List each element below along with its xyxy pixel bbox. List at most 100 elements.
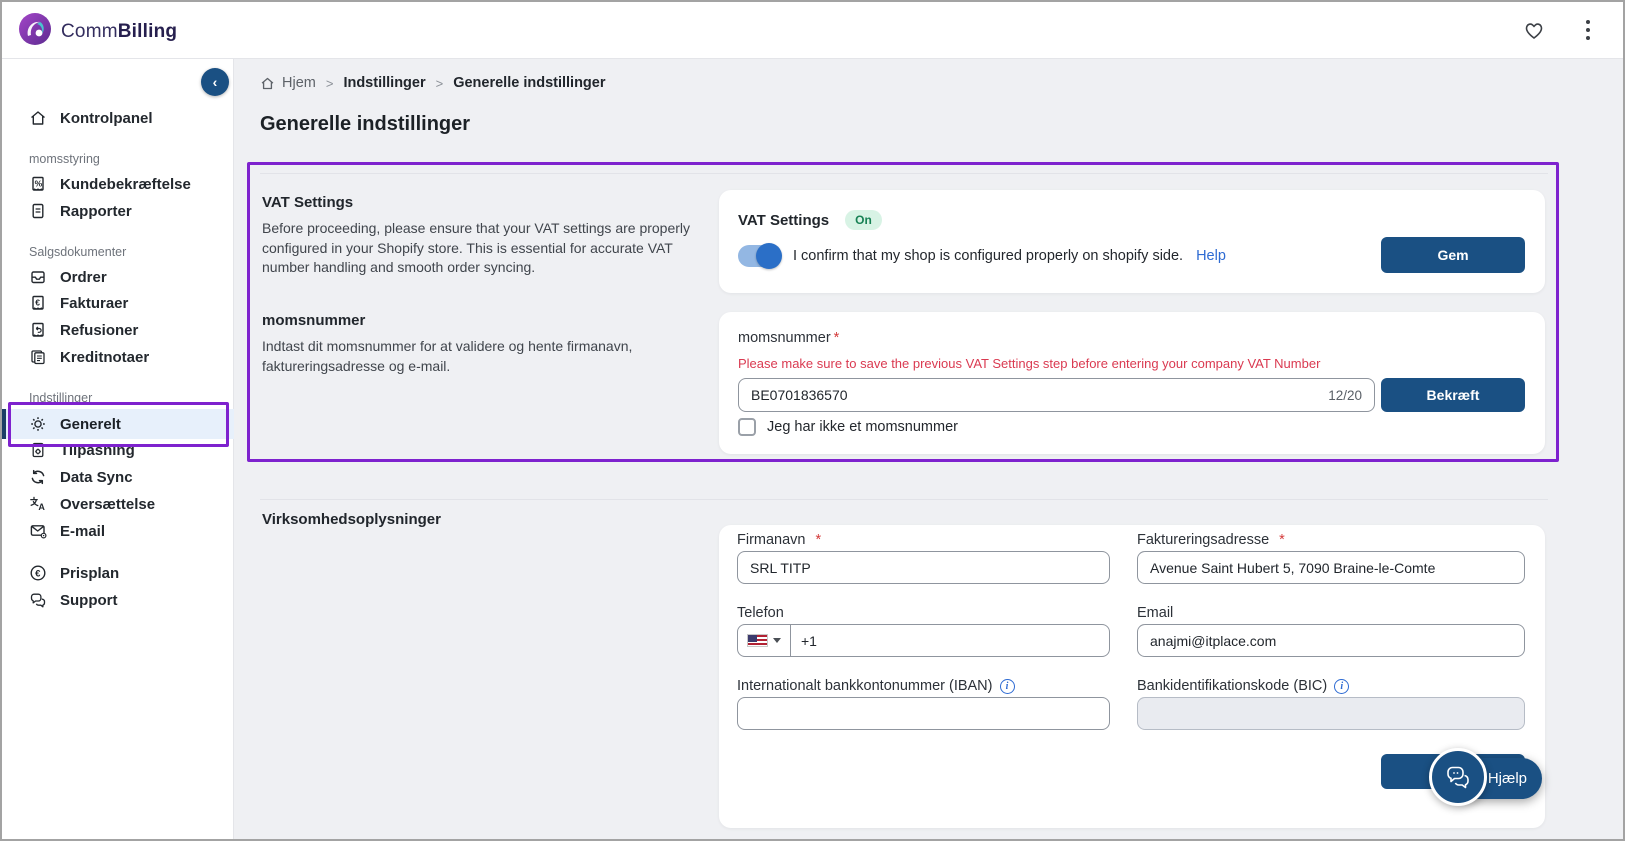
sidebar-item-oversaettelse[interactable]: A Oversættelse [2, 491, 234, 517]
sidebar-item-kundebekraeftelse[interactable]: % Kundebekræftelse [2, 171, 234, 197]
vat-settings-heading: VAT Settings [262, 194, 354, 211]
firmanavn-input[interactable] [750, 559, 1097, 576]
email-input[interactable] [1150, 632, 1512, 649]
company-info-card: Firmanavn* Faktureringsadresse* Telefon [719, 525, 1545, 828]
svg-text:€: € [35, 298, 40, 308]
receipt-percent-icon: % [32, 176, 44, 191]
faktureringsadresse-label: Faktureringsadresse [1137, 532, 1270, 548]
sidebar-section-momsstyring: momsstyring [29, 152, 100, 166]
breadcrumb-separator: > [325, 75, 334, 91]
vat-number-input[interactable] [751, 387, 1321, 403]
brand-logo[interactable]: CommBilling [18, 12, 177, 51]
vat-status-badge: On [845, 210, 882, 230]
sidebar-item-rapporter[interactable]: Rapporter [2, 198, 234, 224]
vat-confirm-toggle[interactable] [738, 243, 782, 269]
svg-text:A: A [38, 502, 45, 512]
firmanavn-label: Firmanavn [737, 532, 806, 548]
vat-settings-description: Before proceeding, please ensure that yo… [262, 220, 691, 276]
vat-save-button[interactable]: Gem [1381, 237, 1525, 273]
brand-name: CommBilling [61, 20, 178, 42]
telefon-input[interactable] [801, 632, 1097, 649]
refund-icon [32, 322, 44, 337]
breadcrumb-indstillinger-link[interactable]: Indstillinger [343, 75, 425, 91]
vat-number-card: momsnummer * Please make sure to save the… [719, 312, 1545, 454]
selected-indicator [2, 409, 6, 439]
vat-help-link[interactable]: Help [1196, 248, 1226, 264]
company-info-heading: Virksomhedsoplysninger [262, 511, 441, 528]
sidebar-item-tilpasning[interactable]: Tilpasning [2, 437, 234, 463]
sidebar-nav: Kontrolpanel momsstyring % Kundebekræfte… [2, 59, 234, 839]
help-chat-icon[interactable] [1429, 748, 1487, 806]
customize-document-icon [32, 442, 44, 458]
vat-number-heading: momsnummer [262, 312, 366, 329]
sidebar-item-email[interactable]: E-mail [2, 518, 234, 544]
required-asterisk: * [833, 330, 840, 346]
chevron-down-icon [773, 638, 781, 643]
sidebar-item-refusioner[interactable]: Refusioner [2, 317, 234, 343]
sidebar-item-generelt[interactable]: Generelt [2, 409, 234, 439]
sidebar-collapse-button[interactable]: ‹ [201, 68, 229, 96]
section-divider [260, 499, 1548, 500]
toggle-knob [756, 243, 782, 269]
telefon-label: Telefon [737, 605, 784, 621]
sidebar-item-fakturaer[interactable]: € Fakturaer [2, 290, 234, 316]
euro-circle-icon: € [30, 565, 46, 581]
commbilling-logo-icon [18, 12, 52, 51]
app-window: CommBilling Kontrolpanel momsstyring % K… [0, 0, 1625, 841]
vat-number-label: momsnummer [738, 330, 831, 346]
top-bar: CommBilling [2, 2, 1623, 59]
breadcrumb-home-link[interactable]: Hjem [260, 75, 316, 91]
iban-label: Internationalt bankkontonummer (IBAN) [737, 678, 993, 694]
sidebar-item-data-sync[interactable]: Data Sync [2, 464, 234, 490]
sidebar-item-ordrer[interactable]: Ordrer [2, 264, 234, 290]
iban-info-icon[interactable]: i [999, 678, 1015, 694]
support-chat-icon [30, 593, 46, 608]
sidebar-section-indstillinger: Indstillinger [29, 391, 93, 405]
vat-number-warning: Please make sure to save the previous VA… [738, 356, 1321, 371]
breadcrumb-separator: > [435, 75, 444, 91]
iban-input[interactable] [750, 705, 1097, 722]
sidebar-item-prisplan[interactable]: € Prisplan [2, 560, 234, 586]
vat-number-confirm-button[interactable]: Bekræft [1381, 378, 1525, 412]
breadcrumb-current-page: Generelle indstillinger [453, 75, 606, 91]
translate-icon: A [30, 496, 45, 512]
vat-confirm-text: I confirm that my shop is configured pro… [793, 248, 1184, 264]
bic-info-icon[interactable]: i [1334, 678, 1350, 694]
no-vat-number-label: Jeg har ikke et momsnummer [767, 419, 958, 435]
home-icon [31, 111, 45, 125]
more-menu-kebab-icon[interactable] [1575, 17, 1601, 43]
svg-text:€: € [35, 568, 41, 579]
sidebar-item-kontrolpanel[interactable]: Kontrolpanel [2, 105, 234, 131]
main-content: Hjem > Indstillinger > Generelle indstil… [234, 59, 1623, 839]
vat-number-char-counter: 12/20 [1328, 387, 1362, 403]
breadcrumb-home-icon [261, 77, 274, 89]
bic-label: Bankidentifikationskode (BIC) [1137, 678, 1328, 694]
gear-icon [31, 417, 45, 431]
topbar-actions [1521, 17, 1601, 43]
page-title: Generelle indstillinger [260, 113, 471, 135]
bic-input [1150, 705, 1512, 722]
orders-inbox-icon [31, 271, 45, 284]
vat-number-input-wrap: 12/20 [738, 378, 1375, 412]
vat-card-title: VAT Settings [738, 211, 830, 229]
help-button-label: Hjælp [1487, 770, 1527, 787]
invoice-euro-icon: € [32, 295, 44, 310]
svg-text:%: % [35, 179, 43, 189]
credit-note-icon [31, 350, 45, 365]
email-label: Email [1137, 605, 1174, 621]
favorite-heart-icon[interactable] [1521, 17, 1547, 43]
vat-settings-card: VAT Settings On I confirm that my shop i… [719, 190, 1545, 293]
no-vat-number-checkbox[interactable] [738, 418, 756, 436]
section-divider [260, 173, 1548, 174]
sidebar-section-salgsdokumenter: Salgsdokumenter [29, 245, 127, 259]
sidebar-item-kreditnotaer[interactable]: Kreditnotaer [2, 344, 234, 370]
email-gear-icon [30, 525, 47, 539]
faktureringsadresse-input[interactable] [1150, 559, 1512, 576]
sidebar-item-support[interactable]: Support [2, 587, 234, 613]
vat-number-description: Indtast dit momsnummer for at validere o… [262, 338, 633, 374]
phone-country-select[interactable] [747, 625, 791, 656]
breadcrumb: Hjem > Indstillinger > Generelle indstil… [260, 75, 606, 91]
us-flag-icon [747, 634, 768, 647]
report-document-icon [32, 203, 44, 219]
sync-icon [31, 469, 45, 485]
